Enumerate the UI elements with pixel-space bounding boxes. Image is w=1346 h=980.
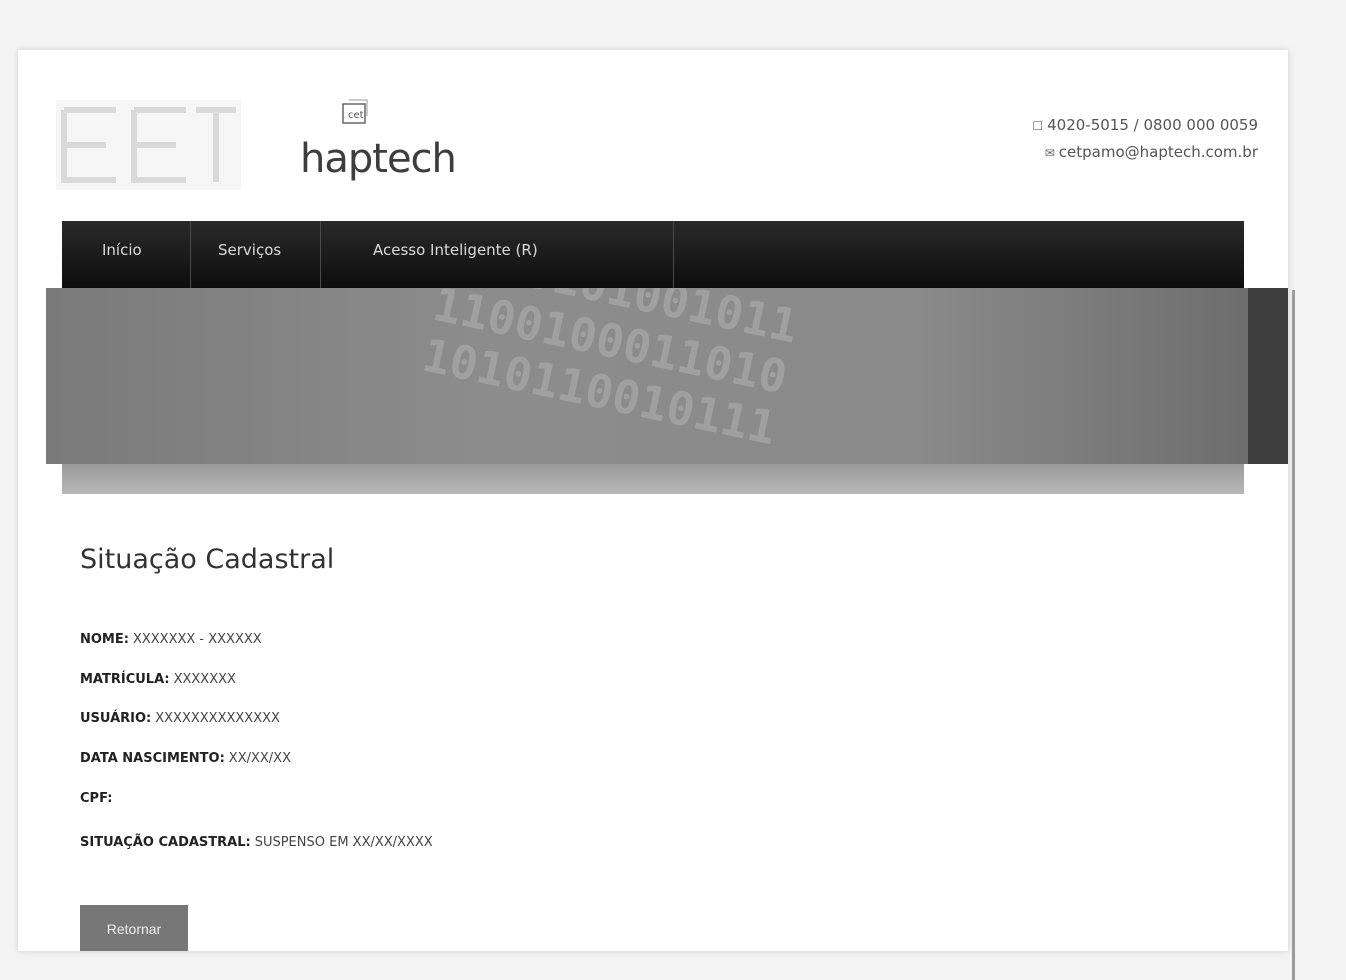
field-value: SUSPENSO EM XX/XX/XXXX xyxy=(254,835,433,850)
banner-edge xyxy=(1248,288,1288,464)
email-icon: ✉ xyxy=(1044,146,1055,160)
field-matricula: MATRÍCULA: XXXXXXX xyxy=(80,672,236,687)
page-title: Situação Cadastral xyxy=(80,544,335,575)
nav-item-inicio[interactable]: Início xyxy=(62,221,191,289)
field-data-nascimento: DATA NASCIMENTO: XX/XX/XX xyxy=(80,751,291,766)
nav-item-acesso-inteligente[interactable]: Acesso Inteligente (R) xyxy=(321,221,674,289)
cet-logo xyxy=(56,100,241,190)
phone-icon: ☐ xyxy=(1032,119,1044,133)
field-usuario: USUÁRIO: XXXXXXXXXXXXXX xyxy=(80,711,280,726)
field-label: DATA NASCIMENTO: xyxy=(80,751,225,766)
phone-line: ☐ 4020-5015 / 0800 000 0059 xyxy=(1031,112,1258,139)
field-value: XXXXXXX - XXXXXX xyxy=(132,632,262,647)
phone-text: 4020-5015 / 0800 000 0059 xyxy=(1047,116,1258,134)
field-cpf: CPF: xyxy=(80,791,116,806)
email-line: ✉ cetpamo@haptech.com.br xyxy=(1031,139,1258,166)
field-label: USUÁRIO: xyxy=(80,711,152,726)
haptech-mark-icon: cet xyxy=(342,99,368,124)
field-nome: NOME: XXXXXXX - XXXXXX xyxy=(80,632,262,647)
main-content: Situação Cadastral NOME: XXXXXXX - XXXXXX… xyxy=(62,530,1244,950)
field-label: NOME: xyxy=(80,632,129,647)
main-nav: Início Serviços Acesso Inteligente (R) xyxy=(62,221,1244,289)
banner-footer-strip xyxy=(62,464,1244,494)
page-divider xyxy=(1292,290,1295,980)
hero-banner: 0110101001011 1100100011010 101011001011… xyxy=(46,288,1288,464)
email-text: cetpamo@haptech.com.br xyxy=(1058,143,1258,161)
page-container: cet haptech ☐ 4020-5015 / 0800 000 0059 ✉… xyxy=(18,50,1295,980)
haptech-logo: cet haptech xyxy=(300,98,490,198)
field-value: XXXXXXX xyxy=(173,672,236,687)
svg-text:cet: cet xyxy=(348,110,364,121)
nav-item-servicos[interactable]: Serviços xyxy=(191,221,321,289)
field-label: MATRÍCULA: xyxy=(80,672,170,687)
field-label: SITUAÇÃO CADASTRAL: xyxy=(80,835,251,850)
field-value: XXXXXXXXXXXXXX xyxy=(155,711,280,726)
field-situacao-cadastral: SITUAÇÃO CADASTRAL: SUSPENSO EM XX/XX/XXX… xyxy=(80,835,433,850)
field-label: CPF: xyxy=(80,791,113,806)
contact-info: ☐ 4020-5015 / 0800 000 0059 ✉ cetpamo@hapt… xyxy=(1031,112,1258,166)
site-header: cet haptech ☐ 4020-5015 / 0800 000 0059 ✉… xyxy=(18,50,1288,220)
back-button[interactable]: Retornar xyxy=(80,905,188,951)
field-value: XX/XX/XX xyxy=(228,751,291,766)
banner-binary-art: 0110101001011 1100100011010 101011001011… xyxy=(417,288,1135,464)
haptech-logo-text: haptech xyxy=(300,136,457,182)
